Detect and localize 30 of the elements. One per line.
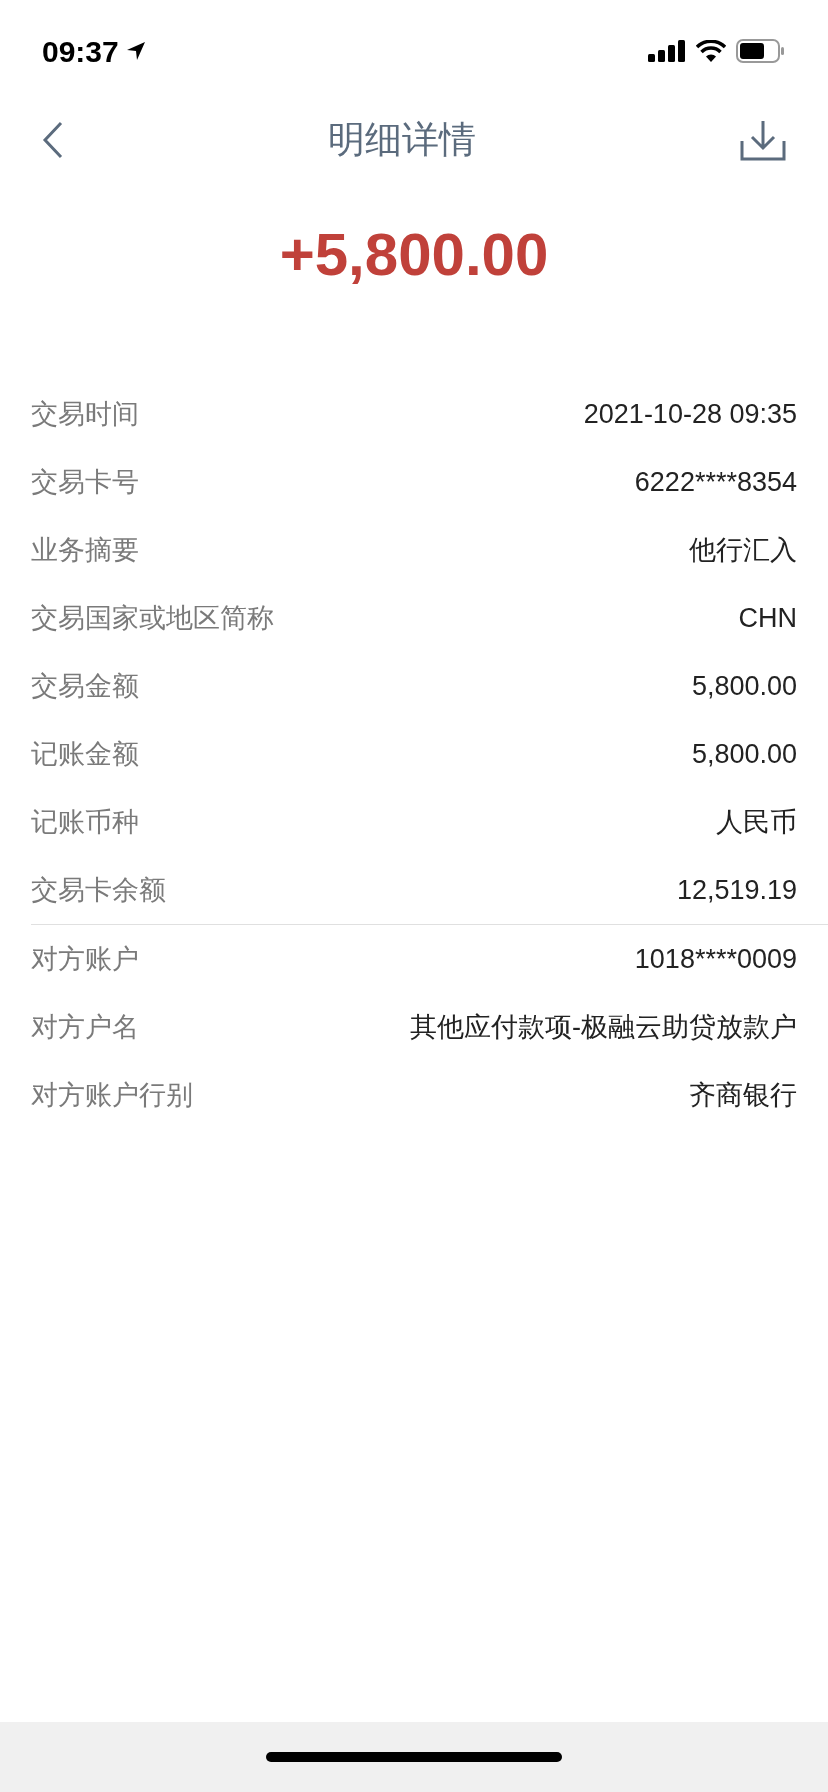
detail-value: 1018****0009 (634, 942, 797, 976)
detail-label: 交易国家或地区简称 (31, 601, 274, 635)
detail-value: 2021-10-28 09:35 (583, 397, 797, 431)
page-title: 明细详情 (328, 118, 476, 163)
detail-label: 对方户名 (31, 1010, 139, 1044)
detail-label: 对方账户行别 (31, 1078, 193, 1112)
detail-value: 他行汇入 (689, 533, 797, 567)
detail-value: 其他应付款项-极融云助贷放款户 (410, 1010, 797, 1044)
detail-value: CHN (738, 601, 797, 635)
detail-value: 12,519.19 (676, 873, 797, 907)
wifi-icon (696, 40, 726, 62)
battery-icon (736, 39, 786, 63)
back-icon[interactable] (42, 121, 64, 159)
status-time: 09:37 (42, 33, 119, 70)
detail-label: 业务摘要 (31, 533, 139, 567)
detail-value: 6222****8354 (634, 465, 797, 499)
detail-value: 人民币 (716, 805, 797, 839)
detail-value: 5,800.00 (691, 669, 797, 703)
download-icon[interactable] (740, 119, 786, 161)
detail-label: 交易卡余额 (31, 873, 166, 907)
detail-label: 对方账户 (31, 942, 139, 976)
detail-label: 交易金额 (31, 669, 139, 703)
detail-label: 交易卡号 (31, 465, 139, 499)
detail-value: 齐商银行 (689, 1078, 797, 1112)
detail-label: 记账金额 (31, 737, 139, 771)
signal-icon (648, 40, 686, 62)
transaction-amount: +5,800.00 (279, 220, 549, 290)
detail-value: 5,800.00 (691, 737, 797, 771)
detail-label: 记账币种 (31, 805, 139, 839)
detail-label: 交易时间 (31, 397, 139, 431)
